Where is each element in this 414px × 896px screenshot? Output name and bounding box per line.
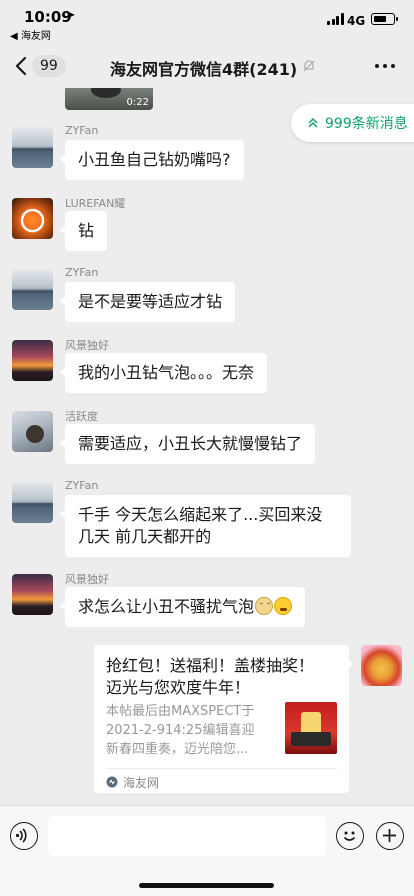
message-bubble[interactable]: 求怎么让小丑不骚扰气泡 [59,587,306,627]
plus-icon [383,829,396,842]
my-avatar[interactable] [361,645,402,686]
message-text-line: 几天 前几天都开的 [78,527,212,546]
emoji-button[interactable] [336,822,364,850]
status-time: 10:09 [24,8,72,26]
link-card-desc-line: 新春四重奏，迈光陪您... [106,742,249,757]
voice-icon [15,828,27,843]
link-card-thumbnail [285,702,337,754]
chat-title: 海友网官方微信4群(241) [110,60,298,79]
home-indicator[interactable] [139,883,274,888]
message-text: 求怎么让小丑不骚扰气泡 [78,597,255,616]
avatar[interactable] [12,482,53,523]
sender-name: 风景独好 [65,339,109,352]
message-bubble[interactable]: 我的小丑钻气泡。。。无奈 [59,353,268,393]
avatar[interactable] [12,127,53,168]
more-functions-button[interactable] [376,822,404,850]
link-card-title-line: 抢红包！送福利！盖楼抽奖！ [106,656,315,675]
link-card-desc-line: 2021-2-914:25编辑喜迎 [106,723,255,738]
message-bubble[interactable]: 千手 今天怎么缩起来了...买回来没 几天 前几天都开的 [60,495,351,557]
sender-name: 活跃度 [65,410,98,423]
avatar[interactable] [12,269,53,310]
status-bar: 10:09 ➤ ◀ 海友网 4G [0,0,414,44]
double-chevron-up-icon [308,117,318,128]
link-card-divider [106,768,337,769]
voice-input-button[interactable] [10,822,38,850]
crying-face-emoji-icon [274,597,293,615]
smiley-icon [343,831,356,841]
link-card-source: 海友网 [123,776,160,790]
back-chevron-icon[interactable] [14,56,28,76]
message-bubble[interactable]: 需要适应，小丑长大就慢慢钻了 [59,424,316,464]
sender-name: 风景独好 [65,573,109,586]
miniprogram-source-icon [106,776,118,788]
video-duration: 0:22 [126,97,149,108]
message-input[interactable] [48,816,326,856]
link-card-title: 抢红包！送福利！盖楼抽奖！ 迈光与您欢度牛年！ [106,655,337,699]
link-card-desc-line: 本帖最后由MAXSPECT于 [106,704,255,719]
doge-emoji-icon [255,597,274,619]
sender-name: ZYFan [65,124,99,137]
video-message-thumbnail[interactable]: 0:22 [65,88,153,110]
sender-name: ZYFan [65,266,99,279]
chat-nav-bar: 99 海友网官方微信4群(241) [0,44,414,88]
new-messages-button[interactable]: 999条新消息 [291,104,414,142]
avatar[interactable] [12,411,53,452]
location-arrow-icon: ➤ [67,10,76,21]
message-bubble[interactable]: 钻 [59,211,108,251]
message-text-line: 千手 今天怎么缩起来了...买回来没 [78,505,323,524]
mute-bell-icon [303,60,315,72]
link-card-description: 本帖最后由MAXSPECT于 2021-2-914:25编辑喜迎 新春四重奏，迈… [106,702,282,759]
sender-name: LUREFAN耀 [65,197,126,210]
link-card-title-line: 迈光与您欢度牛年！ [106,678,251,697]
unread-count-badge[interactable]: 99 [32,55,66,77]
more-options-button[interactable] [375,64,395,68]
battery-level [373,15,387,22]
back-to-app-link[interactable]: ◀ 海友网 [10,27,51,42]
avatar[interactable] [12,340,53,381]
message-bubble[interactable]: 是不是要等适应才钻 [59,282,236,322]
avatar[interactable] [12,198,53,239]
battery-icon [371,13,398,25]
new-messages-label: 999条新消息 [325,116,408,132]
message-bubble[interactable]: 小丑鱼自己钻奶嘴吗? [60,140,244,180]
signal-strength-icon [327,13,344,25]
network-type: 4G [347,14,366,28]
sender-name: ZYFan [65,479,99,492]
avatar[interactable] [12,574,53,615]
